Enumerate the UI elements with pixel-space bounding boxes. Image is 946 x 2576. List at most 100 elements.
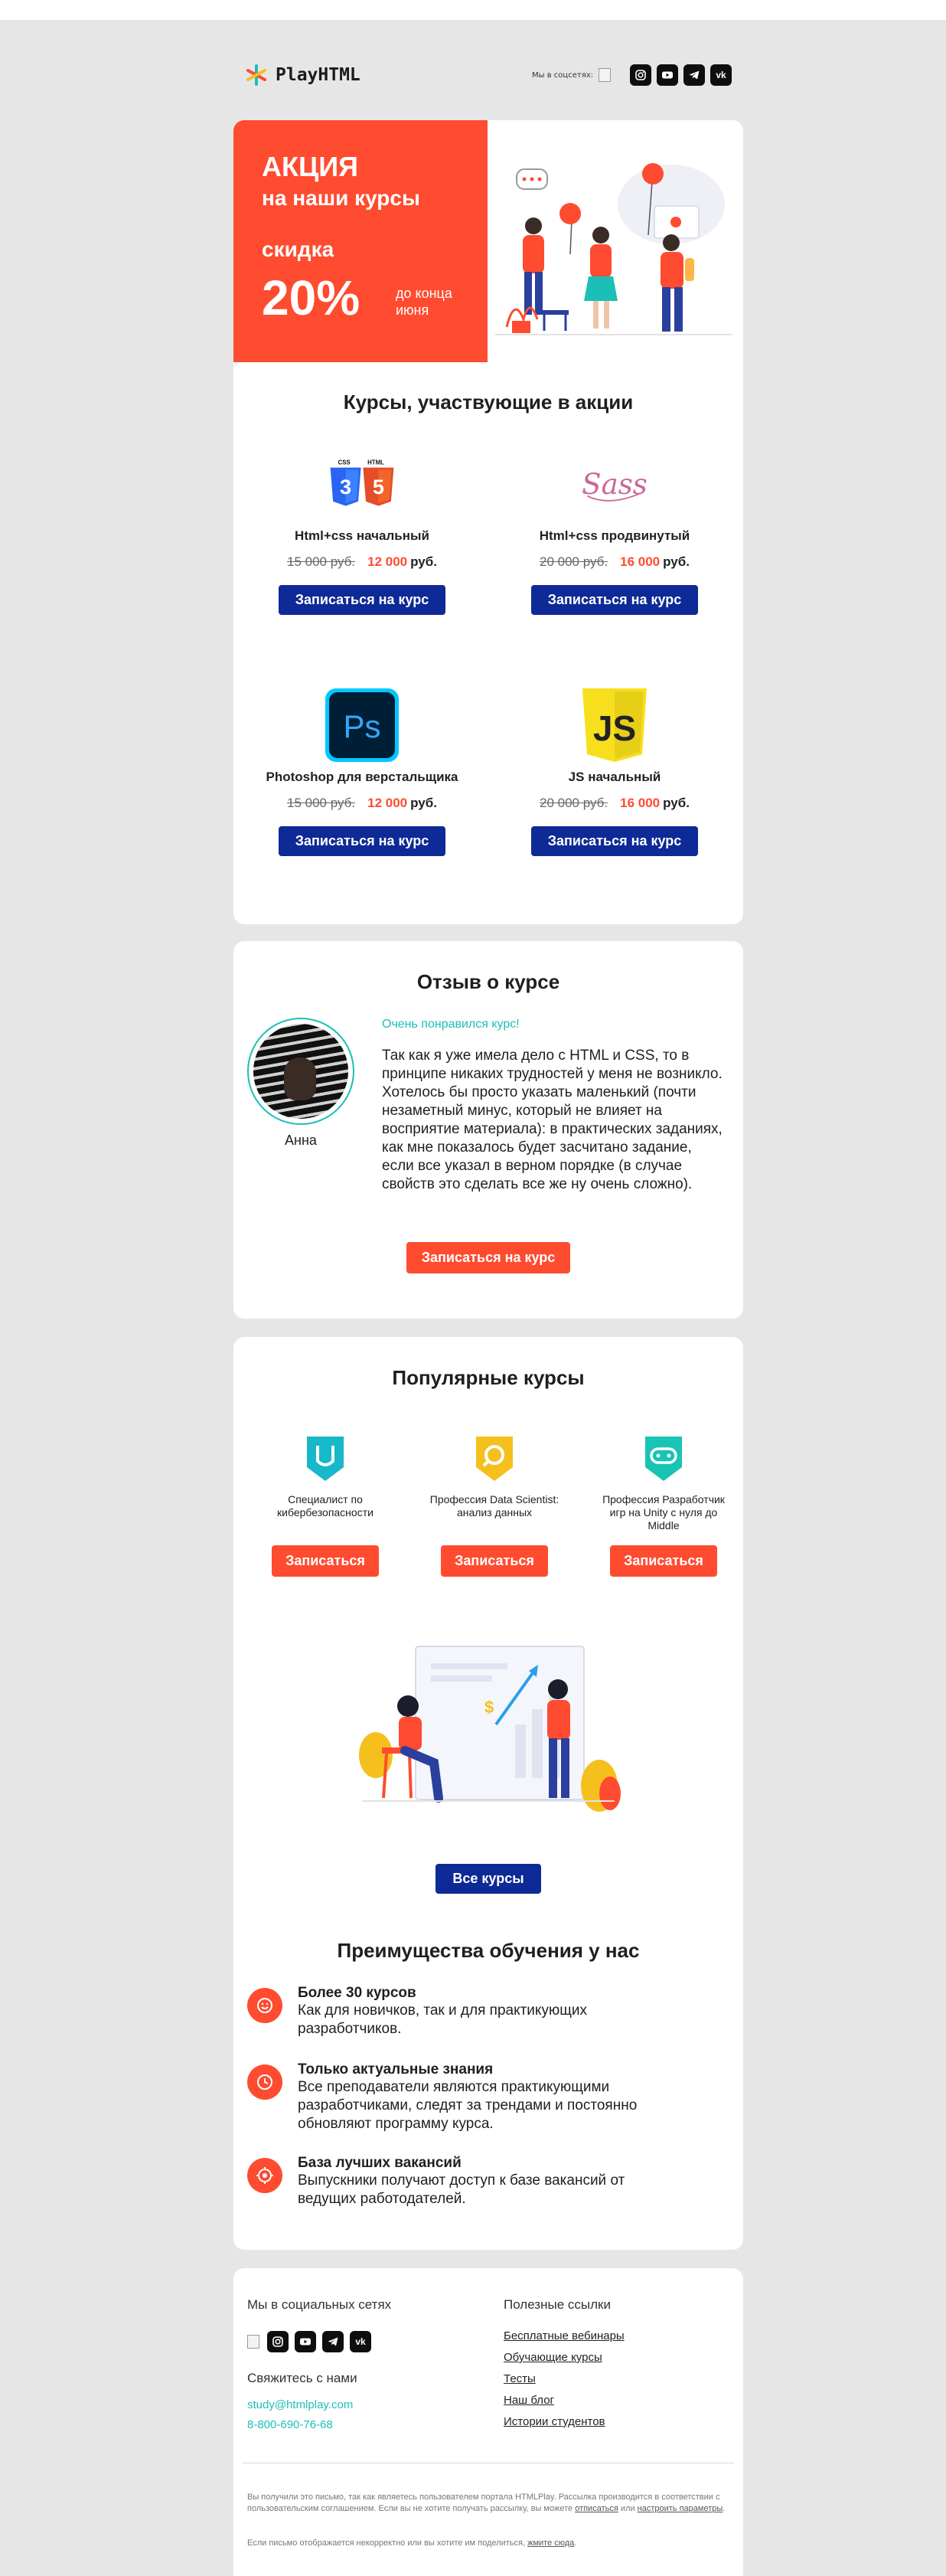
enroll-button[interactable]: Записаться на курс	[278, 585, 446, 615]
people-illustration	[495, 163, 732, 335]
popular-title: Популярные курсы	[392, 1366, 585, 1389]
instagram-icon[interactable]	[630, 64, 651, 86]
popular-enroll-button[interactable]: Записаться	[610, 1545, 717, 1577]
svg-text:Ps: Ps	[343, 708, 380, 744]
popular-card: Популярные курсы Специалист по кибербезо…	[233, 1337, 743, 2250]
course-name: Photoshop для верстальщика	[266, 770, 458, 784]
footer-phone[interactable]: 8-800-690-76-68	[247, 2418, 333, 2431]
instagram-icon[interactable]	[267, 2331, 289, 2352]
advantage-item: Только актуальные знания Все преподавате…	[247, 2061, 722, 2138]
footer-link[interactable]: Тесты	[504, 2372, 536, 2385]
popular-course-name: Профессия Data Scientist: анализ данных	[429, 1493, 559, 1518]
promo-card: АКЦИЯ на наши курсы скидка 20% до конца …	[233, 120, 743, 924]
new-price: 16 000	[620, 796, 661, 810]
youtube-icon[interactable]	[295, 2331, 316, 2352]
js-icon: JS	[576, 687, 653, 763]
footer-links-title: Полезные ссылки	[504, 2297, 611, 2312]
advantage-text: Как для новичков, так и для практикующих…	[298, 2002, 587, 2037]
footer-email[interactable]: study@htmlplay.com	[247, 2398, 353, 2411]
popular-course: Профессия Data Scientist: анализ данных …	[429, 1433, 559, 1577]
promo-illustration	[488, 120, 743, 362]
advantage-heading: Только актуальные знания	[298, 2061, 494, 2077]
svg-text:5: 5	[373, 475, 384, 499]
old-price: 20 000 руб.	[540, 796, 608, 810]
target-icon	[247, 2158, 282, 2193]
social-label: Мы в соцсетях:	[532, 70, 593, 80]
footer-share-note: Если письмо отображается некорректно или…	[247, 2538, 577, 2548]
promo-banner: АКЦИЯ на наши курсы скидка 20% до конца …	[233, 120, 488, 362]
footer-link[interactable]: Истории студентов	[504, 2415, 605, 2428]
popular-enroll-button[interactable]: Записаться	[441, 1545, 548, 1577]
popular-course: Специалист по кибербезопасности Записать…	[260, 1433, 390, 1577]
analytics-illustration: $	[354, 1640, 622, 1824]
promo-until: до конца июня	[396, 286, 452, 318]
sass-icon: Sass	[576, 446, 653, 522]
course-name: Html+css продвинутый	[539, 528, 690, 543]
top-strip	[0, 0, 946, 20]
svg-text:HTML: HTML	[367, 459, 384, 466]
footer-link[interactable]: Обучающие курсы	[504, 2351, 602, 2364]
enroll-button[interactable]: Записаться на курс	[278, 826, 446, 856]
analytics-icon	[473, 1433, 516, 1484]
svg-text:$: $	[484, 1698, 494, 1717]
press-here-link[interactable]: жмите сюда	[527, 2538, 574, 2548]
advantage-text: Все преподаватели являются практикующими…	[298, 2079, 638, 2132]
svg-text:JS: JS	[593, 708, 636, 748]
advantage-text: Выпускники получают доступ к базе ваканс…	[298, 2172, 625, 2207]
promo-discount-label: скидка	[262, 237, 334, 261]
old-price: 15 000 руб.	[287, 554, 356, 569]
popular-course-name: Профессия Разработчик игр на Unity с нул…	[602, 1493, 725, 1532]
logo-icon	[246, 64, 266, 86]
enroll-button[interactable]: Записаться на курс	[530, 585, 699, 615]
course-card: CSS HTML 3 5 Html+css начальный 15 000 р…	[247, 446, 477, 615]
vk-icon[interactable]: vk	[710, 64, 732, 86]
advantage-heading: Более 30 курсов	[298, 1985, 416, 2001]
email-header: PlayHTML Мы в соцсетях: vk	[245, 58, 732, 92]
settings-link[interactable]: настроить параметры	[638, 2504, 723, 2513]
vk-icon[interactable]: vk	[350, 2331, 371, 2352]
course-price: 20 000 руб. 16 000 руб.	[500, 796, 729, 811]
old-price: 20 000 руб.	[540, 554, 608, 569]
css-html-icon: CSS HTML 3 5	[324, 446, 400, 522]
course-name: JS начальный	[568, 770, 661, 784]
review-headline: Очень понравился курс!	[382, 1018, 520, 1031]
logo-text: PlayHTML	[276, 65, 360, 85]
logo[interactable]: PlayHTML	[245, 64, 360, 87]
footer-social-title: Мы в социальных сетях	[247, 2297, 392, 2312]
telegram-icon[interactable]	[683, 64, 705, 86]
new-price: 16 000	[620, 554, 661, 569]
review-card: Отзыв о курсе Анна Очень понравился курс…	[233, 941, 743, 1319]
youtube-icon[interactable]	[657, 64, 678, 86]
share-text: Если письмо отображается некорректно или…	[247, 2538, 526, 2548]
course-price: 15 000 руб. 12 000 руб.	[247, 796, 477, 811]
advantage-heading: База лучших вакансий	[298, 2155, 462, 2171]
footer-link[interactable]: Бесплатные вебинары	[504, 2329, 625, 2342]
popular-course: Профессия Разработчик игр на Unity с нул…	[599, 1433, 729, 1577]
promo-title: АКЦИЯ	[262, 151, 359, 182]
currency: руб.	[663, 796, 690, 810]
svg-text:CSS: CSS	[338, 459, 351, 466]
footer-contact-title: Свяжитесь с нами	[247, 2371, 357, 2385]
broken-image-icon	[599, 68, 611, 82]
all-courses-button[interactable]: Все курсы	[435, 1864, 541, 1894]
footer-link[interactable]: Наш блог	[504, 2394, 554, 2407]
reviewer-name: Анна	[285, 1133, 317, 1148]
enroll-button[interactable]: Записаться на курс	[530, 826, 699, 856]
unsubscribe-link[interactable]: отписаться	[575, 2504, 618, 2513]
telegram-icon[interactable]	[322, 2331, 344, 2352]
course-name: Html+css начальный	[295, 528, 429, 543]
popular-enroll-button[interactable]: Записаться	[272, 1545, 379, 1577]
header-social: Мы в соцсетях: vk	[532, 64, 732, 86]
footer-social: vk	[247, 2331, 371, 2352]
svg-text:Sass: Sass	[582, 468, 648, 501]
currency: руб.	[410, 796, 437, 810]
promo-percent: 20%	[262, 270, 360, 325]
review-text: Так как я уже имела дело с HTML и CSS, т…	[382, 1048, 723, 1192]
avatar	[247, 1018, 354, 1125]
new-price: 12 000	[367, 796, 408, 810]
review-enroll-button[interactable]: Записаться на курс	[406, 1242, 571, 1273]
courses-section-title: Курсы, участвующие в акции	[343, 391, 634, 414]
photoshop-icon: Ps	[324, 687, 400, 763]
course-card: Sass Html+css продвинутый 20 000 руб. 16 …	[500, 446, 729, 615]
course-price: 15 000 руб. 12 000 руб.	[247, 554, 477, 570]
